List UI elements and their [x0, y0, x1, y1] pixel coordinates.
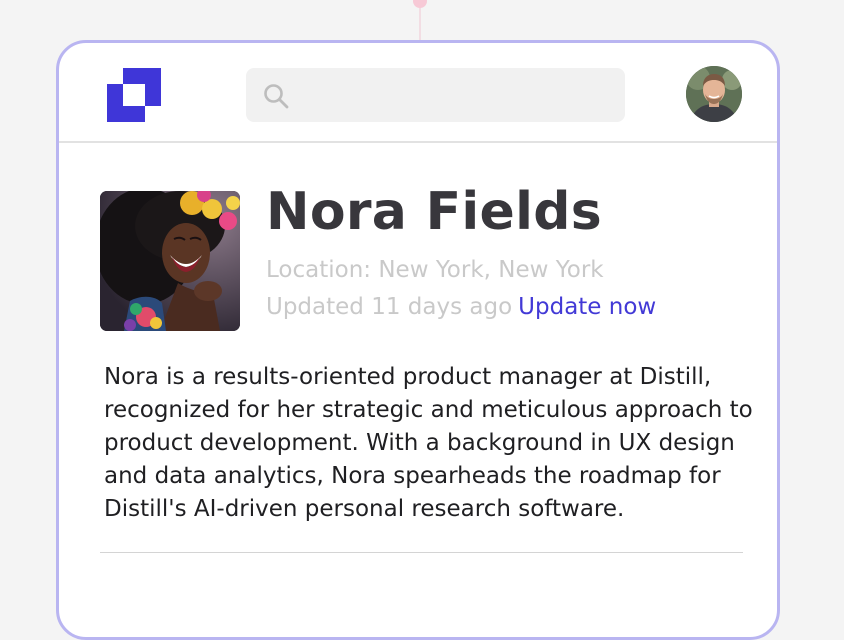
profile-name: Nora Fields: [266, 182, 602, 242]
profile-bio: Nora is a results-oriented product manag…: [104, 364, 753, 522]
distill-logo-icon[interactable]: [107, 68, 161, 122]
card-header: [59, 43, 777, 143]
search-icon: [264, 84, 289, 109]
user-avatar[interactable]: [686, 66, 742, 122]
connector-line: [419, 8, 421, 42]
profile-location: Location: New York, New York: [266, 257, 604, 283]
connector-dot: [413, 0, 427, 8]
profile-photo-image: [100, 191, 240, 331]
profile-card: Nora Fields Location: New York, New York…: [56, 40, 780, 640]
update-now-link[interactable]: Update now: [518, 294, 656, 320]
profile-updated-text: Updated 11 days ago: [266, 294, 513, 320]
search-bar[interactable]: [246, 68, 625, 124]
section-divider: [100, 552, 743, 553]
profile-photo: [100, 191, 240, 331]
avatar-image: [686, 66, 742, 122]
profile-updated-row: Updated 11 days ago Update now: [266, 294, 656, 320]
search-input[interactable]: [298, 68, 617, 124]
